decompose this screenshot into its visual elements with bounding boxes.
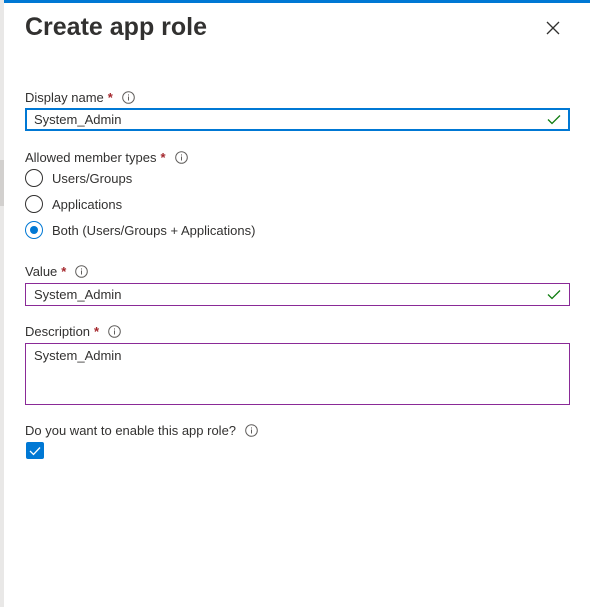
required-asterisk: *	[160, 149, 166, 165]
description-label: Description *	[25, 322, 121, 340]
description-value: System_Admin	[34, 348, 122, 363]
display-name-input[interactable]: System_Admin	[25, 108, 570, 131]
info-icon[interactable]	[174, 150, 188, 164]
radio-button[interactable]	[25, 169, 43, 187]
enable-label-text: Do you want to enable this app role?	[25, 422, 237, 438]
required-asterisk: *	[61, 263, 67, 279]
required-asterisk: *	[107, 89, 113, 105]
info-icon[interactable]	[75, 264, 89, 278]
close-icon	[546, 21, 560, 35]
value-input-value: System_Admin	[34, 287, 122, 302]
page-title: Create app role	[25, 13, 208, 41]
left-edge-shade	[0, 0, 4, 607]
checkmark-icon	[547, 114, 561, 125]
radio-option-label: Users/Groups	[52, 170, 133, 186]
checkmark-icon	[547, 289, 561, 300]
radio-option-label: Applications	[52, 196, 123, 212]
display-name-value: System_Admin	[34, 112, 122, 127]
enable-label: Do you want to enable this app role?	[25, 421, 258, 439]
description-label-text: Description	[25, 323, 91, 339]
member-types-label: Allowed member types *	[25, 148, 188, 166]
close-button[interactable]	[538, 13, 568, 43]
value-label-text: Value	[25, 263, 58, 279]
info-icon[interactable]	[122, 90, 135, 104]
radio-option-both[interactable]: Both (Users/Groups + Applications)	[25, 220, 255, 240]
required-asterisk: *	[94, 323, 100, 339]
display-name-label: Display name *	[25, 88, 135, 106]
top-accent-bar	[0, 0, 590, 3]
info-icon[interactable]	[108, 324, 121, 338]
radio-option-users-groups[interactable]: Users/Groups	[25, 168, 132, 188]
create-app-role-panel: Create app role Display name * System_Ad…	[0, 0, 590, 607]
member-types-label-text: Allowed member types	[25, 149, 157, 165]
radio-option-label: Both (Users/Groups + Applications)	[52, 222, 256, 238]
checkmark-icon	[29, 446, 41, 455]
left-edge-nub	[0, 160, 4, 206]
info-icon[interactable]	[245, 423, 258, 437]
display-name-label-text: Display name	[25, 89, 104, 105]
radio-button-selected[interactable]	[25, 221, 43, 239]
radio-button[interactable]	[25, 195, 43, 213]
value-input[interactable]: System_Admin	[25, 283, 570, 306]
value-label: Value *	[25, 262, 89, 280]
enable-checkbox[interactable]	[26, 442, 44, 459]
description-textarea[interactable]: System_Admin	[25, 343, 570, 405]
radio-option-applications[interactable]: Applications	[25, 194, 122, 214]
